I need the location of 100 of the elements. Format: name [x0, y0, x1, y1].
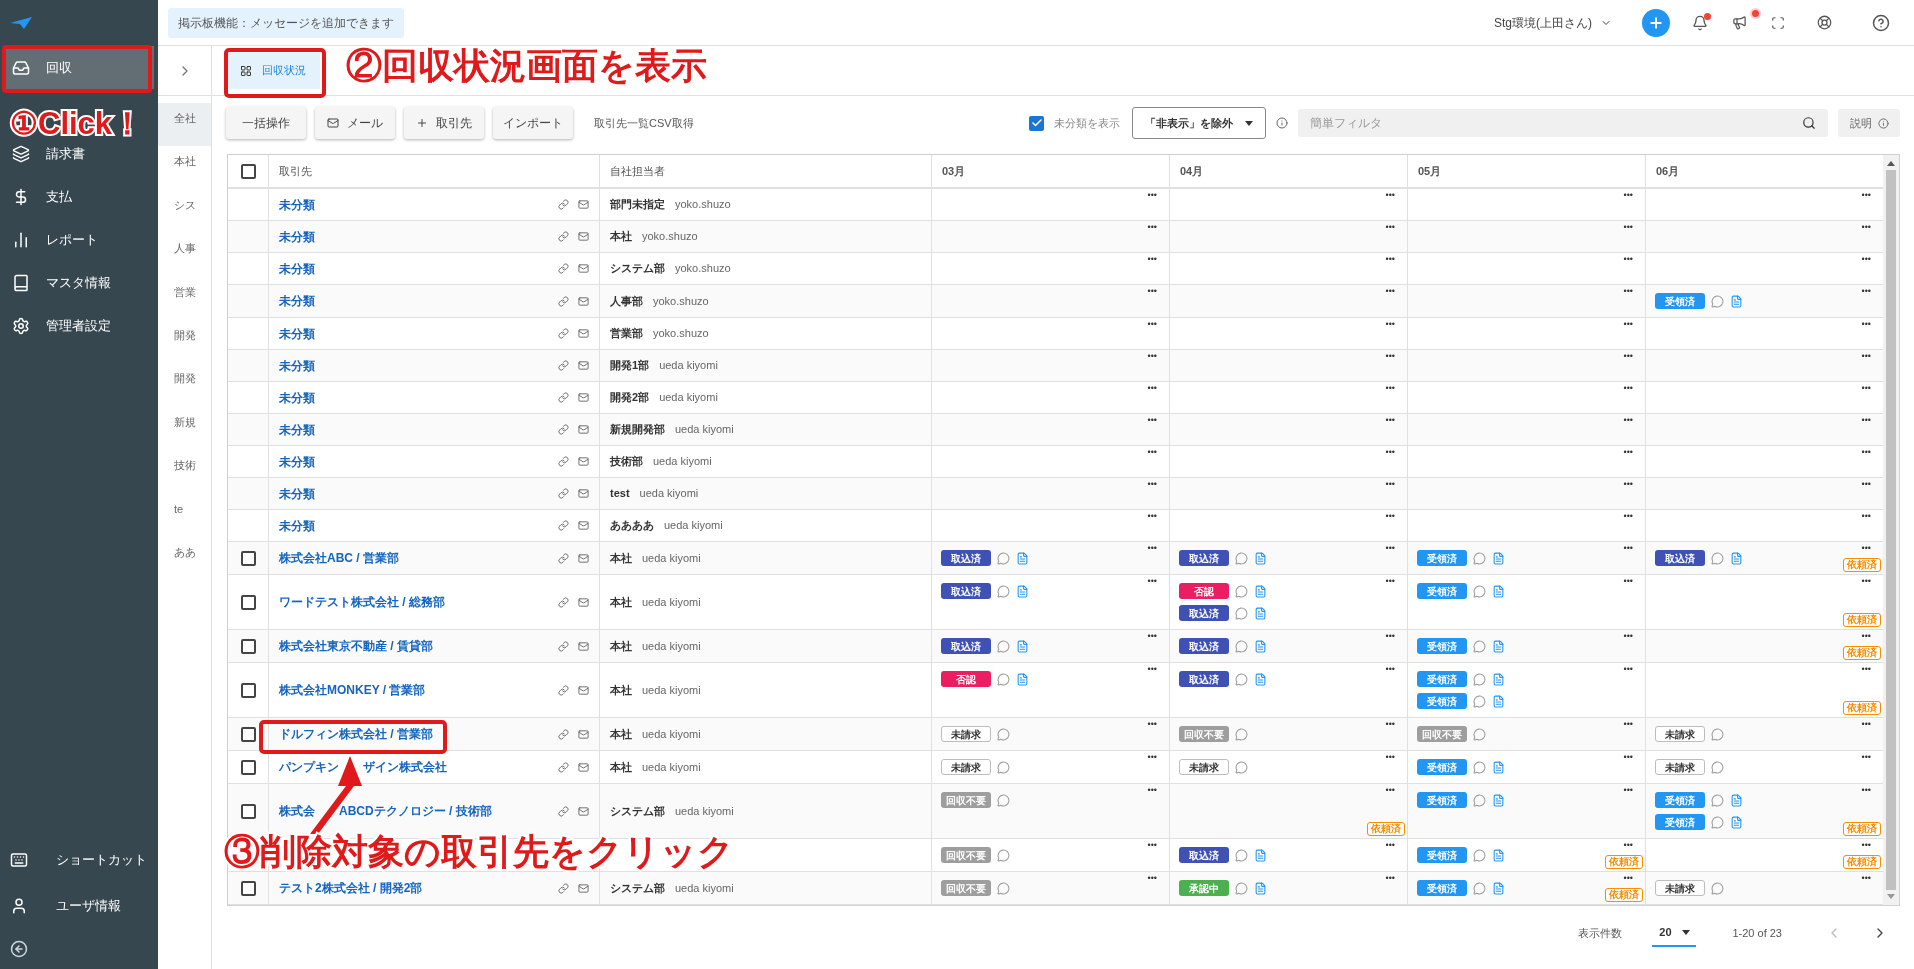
more-menu[interactable]: ••• [1861, 542, 1871, 554]
filter-select[interactable]: 「非表示」を除外 [1132, 107, 1266, 139]
link-icon[interactable] [558, 295, 569, 307]
more-menu[interactable]: ••• [1861, 751, 1871, 763]
comment-icon[interactable] [1235, 639, 1248, 653]
sidebar-item[interactable]: 支払 [4, 175, 154, 218]
link-icon[interactable] [558, 263, 569, 274]
document-icon[interactable] [1254, 606, 1267, 620]
client-link[interactable]: 未分類 [279, 420, 315, 439]
client-link[interactable]: 未分類 [279, 195, 315, 214]
checkbox[interactable] [240, 594, 256, 610]
comment-icon[interactable] [1473, 727, 1486, 741]
comment-icon[interactable] [1473, 694, 1486, 708]
more-menu[interactable]: ••• [1147, 751, 1157, 763]
group-item[interactable]: シス [158, 189, 211, 234]
document-icon[interactable] [1492, 672, 1505, 686]
toolbar-button[interactable]: インポート [493, 107, 573, 139]
more-menu[interactable]: ••• [1623, 382, 1633, 394]
document-icon[interactable] [1730, 815, 1743, 829]
more-menu[interactable]: ••• [1147, 575, 1157, 587]
mail-icon[interactable] [578, 263, 589, 274]
more-menu[interactable]: ••• [1861, 575, 1871, 587]
comment-icon[interactable] [1711, 727, 1724, 741]
link-icon[interactable] [558, 360, 569, 371]
more-menu[interactable]: ••• [1147, 350, 1157, 362]
mail-icon[interactable] [578, 488, 589, 499]
more-menu[interactable]: ••• [1385, 414, 1395, 426]
document-icon[interactable] [1254, 881, 1267, 895]
more-menu[interactable]: ••• [1861, 663, 1871, 675]
checkbox[interactable] [240, 880, 256, 896]
more-menu[interactable]: ••• [1623, 575, 1633, 587]
client-link[interactable]: 株式会社東京不動産 / 賃貸部 [279, 637, 433, 655]
link-icon[interactable] [558, 231, 569, 242]
comment-icon[interactable] [1473, 793, 1486, 807]
mail-icon[interactable] [578, 360, 589, 371]
document-icon[interactable] [1730, 793, 1743, 807]
more-menu[interactable]: ••• [1147, 663, 1157, 675]
more-menu[interactable]: ••• [1861, 872, 1871, 884]
client-link[interactable]: ザイン株式会社 [363, 758, 447, 776]
toolbar-button[interactable]: 取引先 [404, 107, 484, 139]
comment-icon[interactable] [1473, 760, 1486, 774]
megaphone-icon[interactable] [1732, 15, 1747, 30]
link-icon[interactable] [558, 456, 569, 467]
more-menu[interactable]: ••• [1385, 221, 1395, 233]
group-item[interactable]: 営業 [158, 276, 211, 320]
comment-icon[interactable] [1235, 584, 1248, 598]
scroll-down-icon[interactable] [1887, 894, 1895, 899]
comment-icon[interactable] [1711, 881, 1724, 895]
group-item[interactable]: 人事 [158, 233, 211, 277]
mail-icon[interactable] [578, 552, 589, 564]
link-icon[interactable] [558, 488, 569, 499]
mail-icon[interactable] [578, 456, 589, 467]
more-menu[interactable]: ••• [1147, 285, 1157, 297]
document-icon[interactable] [1254, 639, 1267, 653]
checkbox[interactable] [240, 759, 256, 775]
more-menu[interactable]: ••• [1861, 718, 1871, 730]
client-link[interactable]: 未分類 [279, 259, 315, 278]
comment-icon[interactable] [1235, 760, 1248, 774]
more-menu[interactable]: ••• [1385, 542, 1395, 554]
more-menu[interactable]: ••• [1861, 285, 1871, 297]
document-icon[interactable] [1492, 639, 1505, 653]
mail-icon[interactable] [578, 805, 589, 817]
mail-icon[interactable] [578, 596, 589, 608]
client-link[interactable]: テスト2株式会社 / 開発2部 [279, 879, 423, 897]
comment-icon[interactable] [997, 848, 1010, 862]
client-link[interactable]: 未分類 [279, 324, 315, 343]
more-menu[interactable]: ••• [1623, 630, 1633, 642]
csv-download-link[interactable]: 取引先一覧CSV取得 [594, 114, 694, 132]
search-field[interactable]: 簡単フィルタ [1298, 109, 1828, 137]
link-icon[interactable] [558, 424, 569, 435]
more-menu[interactable]: ••• [1623, 221, 1633, 233]
mail-icon[interactable] [578, 761, 589, 773]
more-menu[interactable]: ••• [1385, 382, 1395, 394]
more-menu[interactable]: ••• [1147, 189, 1157, 201]
document-icon[interactable] [1016, 672, 1029, 686]
more-menu[interactable]: ••• [1623, 318, 1633, 330]
more-menu[interactable]: ••• [1623, 414, 1633, 426]
more-menu[interactable]: ••• [1147, 253, 1157, 265]
document-icon[interactable] [1492, 584, 1505, 598]
more-menu[interactable]: ••• [1385, 872, 1395, 884]
sidebar-item[interactable]: ショートカット [0, 837, 158, 883]
group-item[interactable]: 開発 [158, 319, 211, 364]
comment-icon[interactable] [1235, 606, 1248, 620]
more-menu[interactable]: ••• [1147, 839, 1157, 851]
more-menu[interactable]: ••• [1147, 382, 1157, 394]
toolbar-button[interactable]: 一括操作 [226, 107, 306, 139]
group-item[interactable]: 開発 [158, 363, 211, 407]
comment-icon[interactable] [1473, 584, 1486, 598]
more-menu[interactable]: ••• [1861, 784, 1871, 796]
page-size-select[interactable]: 20 [1652, 919, 1697, 947]
more-menu[interactable]: ••• [1385, 253, 1395, 265]
mail-icon[interactable] [578, 231, 589, 242]
comment-icon[interactable] [997, 881, 1010, 895]
comment-icon[interactable] [997, 793, 1010, 807]
more-menu[interactable]: ••• [1623, 784, 1633, 796]
bell-icon[interactable] [1692, 14, 1708, 31]
checkbox[interactable] [240, 638, 256, 654]
sidebar-item[interactable]: レポート [4, 218, 154, 261]
document-icon[interactable] [1730, 551, 1743, 565]
client-link[interactable]: ワードテスト株式会社 / 総務部 [279, 593, 445, 611]
